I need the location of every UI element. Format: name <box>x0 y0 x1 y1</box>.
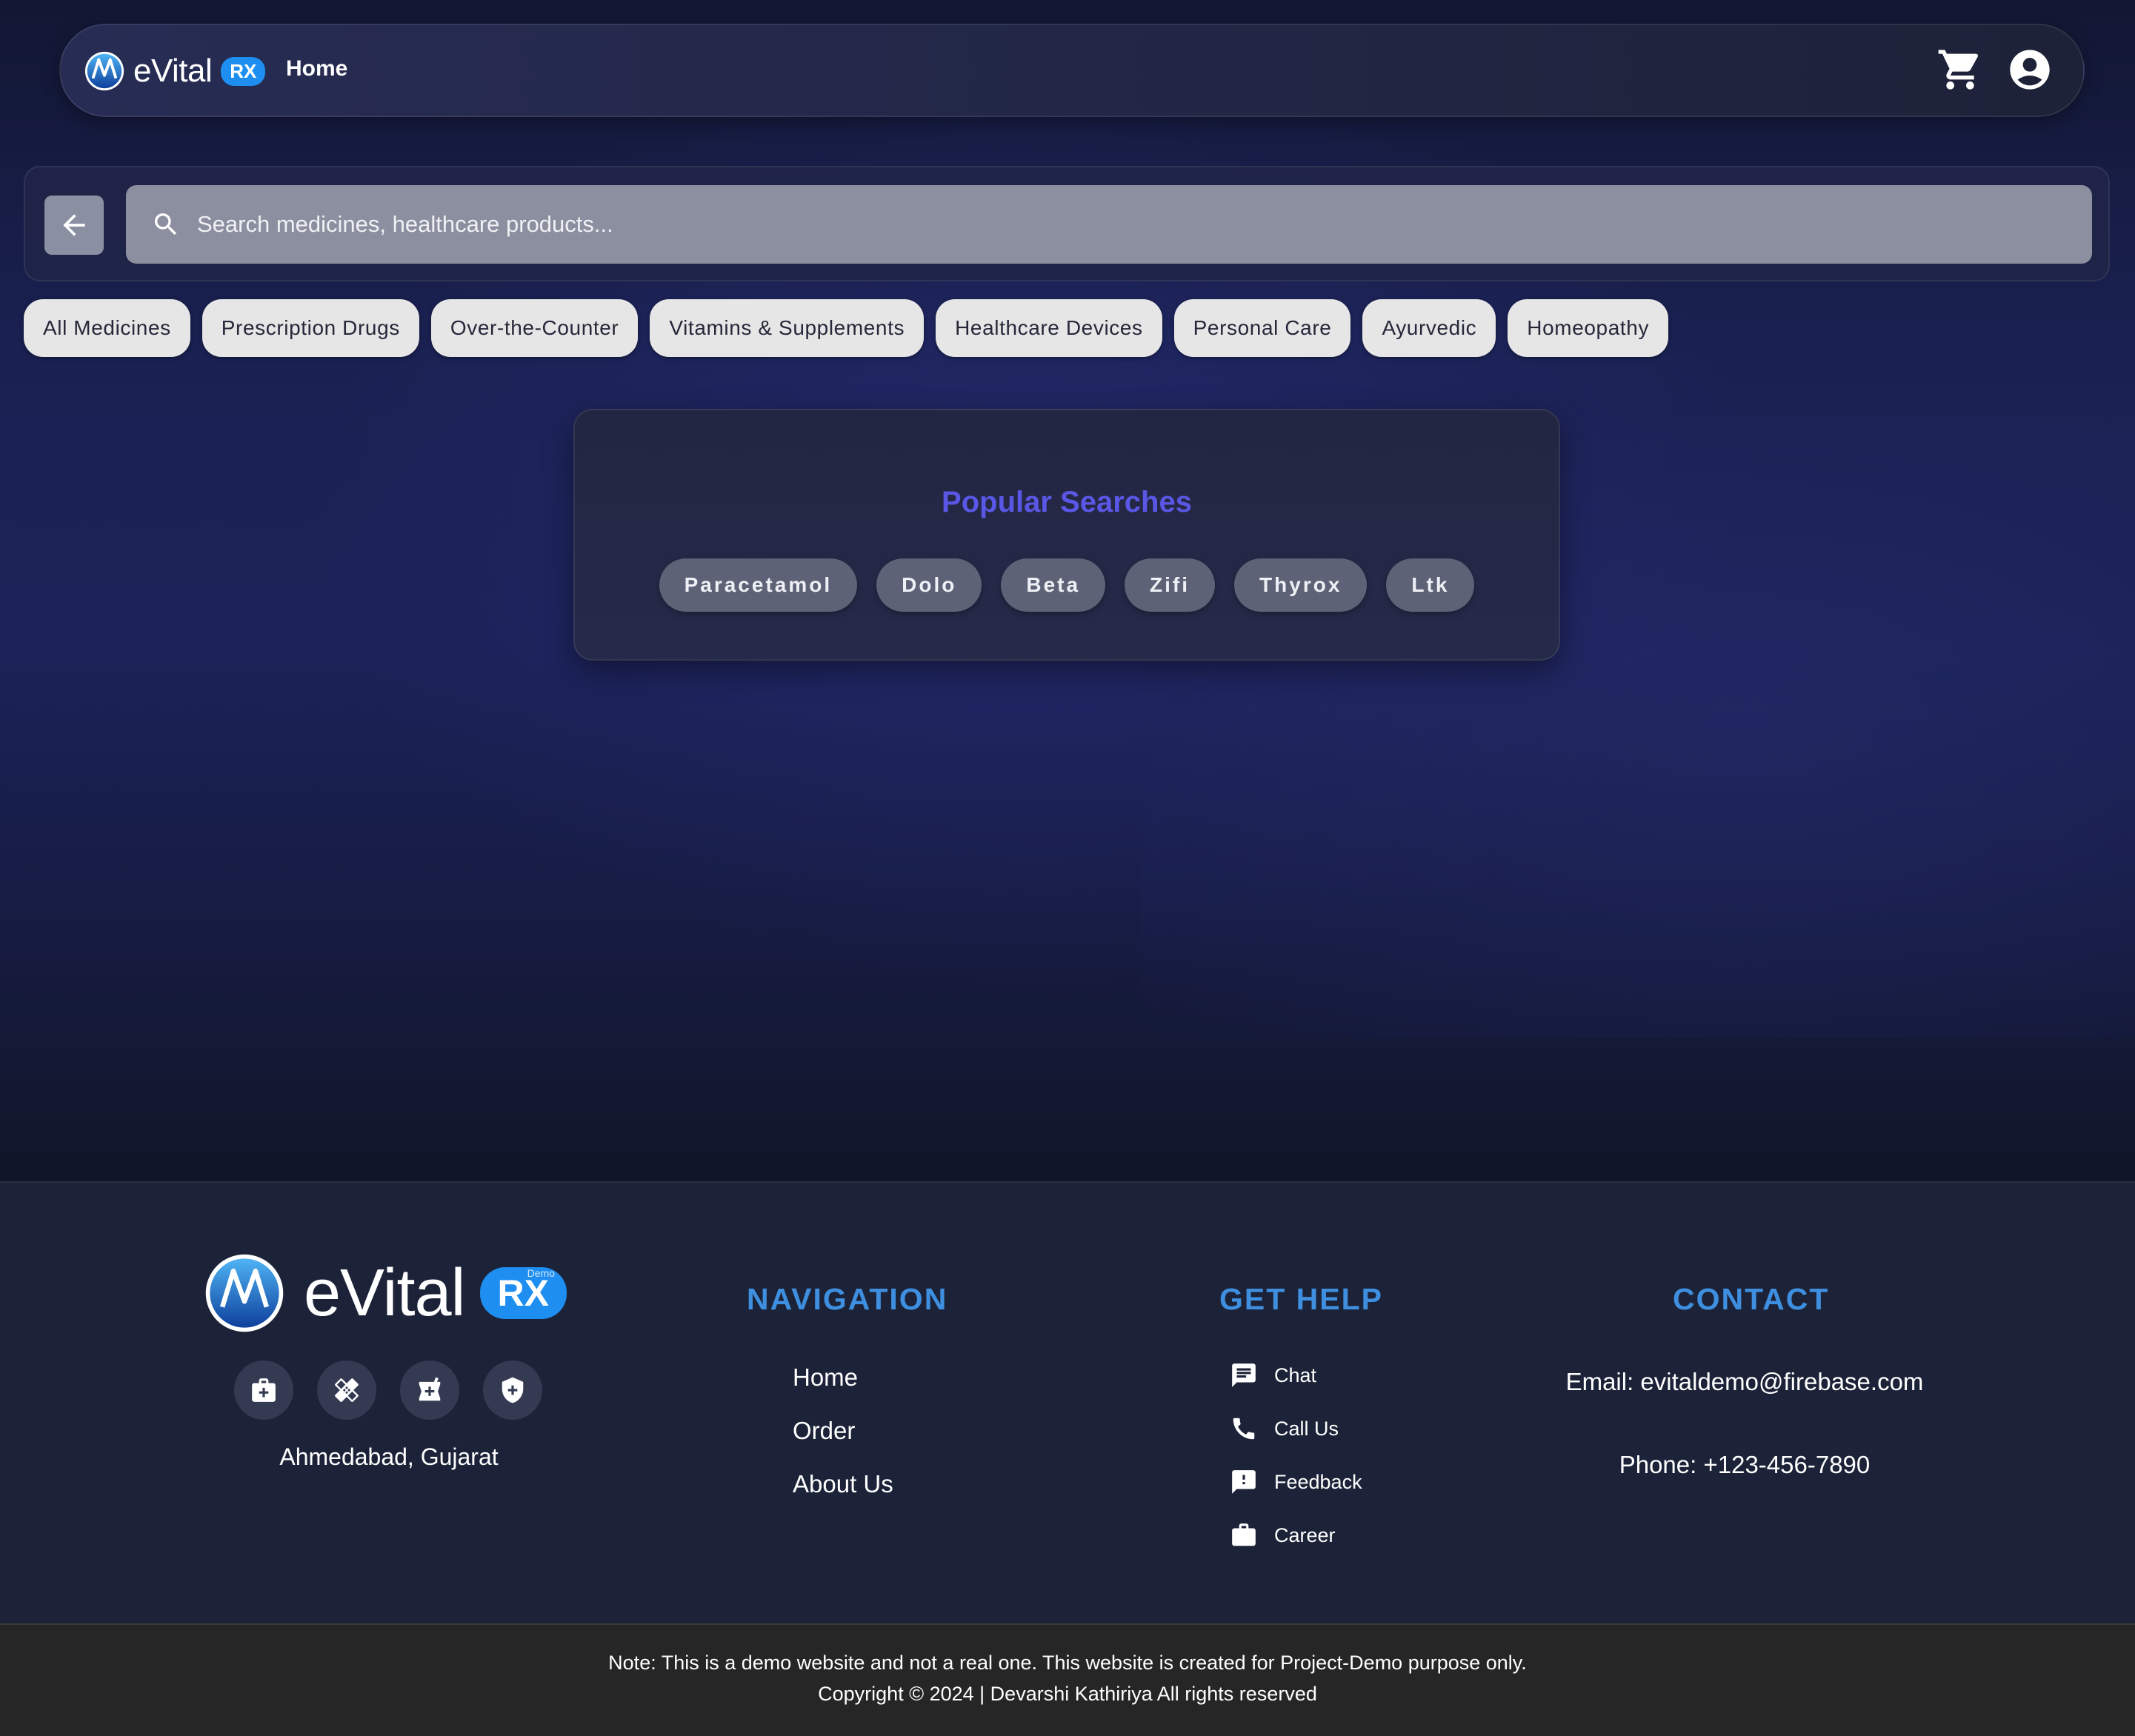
search-field[interactable] <box>126 185 2092 264</box>
chat-icon <box>1232 1363 1256 1387</box>
chip-healthcare-devices[interactable]: Healthcare Devices <box>936 299 1162 357</box>
popular-item-zifi[interactable]: Zifi <box>1125 558 1216 612</box>
footer-link-home[interactable]: Home <box>793 1363 893 1391</box>
popular-searches-list: Paracetamol Dolo Beta Zifi Thyrox Ltk <box>575 558 1559 612</box>
footer-contact-info: Email: evitaldemo@firebase.com Phone: +1… <box>1511 1368 1978 1479</box>
popular-item-thyrox[interactable]: Thyrox <box>1234 558 1368 612</box>
top-navbar: eVital RX Home <box>59 24 2085 117</box>
popular-item-beta[interactable]: Beta <box>1001 558 1106 612</box>
pharmacy-icon[interactable] <box>400 1361 459 1420</box>
footer-contact-heading: CONTACT <box>1673 1282 1830 1316</box>
brand-rx-badge: RX <box>221 56 266 86</box>
arrow-left-icon <box>63 214 85 236</box>
chip-homeopathy[interactable]: Homeopathy <box>1508 299 1669 357</box>
chip-ayurvedic[interactable]: Ayurvedic <box>1362 299 1496 357</box>
phone-icon <box>1233 1418 1255 1440</box>
help-item-chat-label: Chat <box>1274 1363 1317 1386</box>
chip-all-medicines[interactable]: All Medicines <box>24 299 190 357</box>
footer: eVital RX Demo Ahmedabad, Gujarat NAVIGA… <box>0 1181 2135 1623</box>
back-button[interactable] <box>44 196 104 255</box>
help-item-career[interactable]: Career <box>1230 1522 1362 1549</box>
demo-note: Note: This is a demo website and not a r… <box>608 1652 1527 1674</box>
popular-item-dolo[interactable]: Dolo <box>876 558 982 612</box>
chip-over-the-counter[interactable]: Over-the-Counter <box>430 299 639 357</box>
search-input[interactable] <box>197 185 2064 264</box>
cart-icon[interactable] <box>1936 46 1984 93</box>
account-icon[interactable] <box>2006 46 2054 93</box>
category-chips: All Medicines Prescription Drugs Over-th… <box>24 299 1669 357</box>
help-item-chat[interactable]: Chat <box>1230 1362 1362 1389</box>
chip-prescription-drugs[interactable]: Prescription Drugs <box>201 299 419 357</box>
footer-brand-rx-badge: RX Demo <box>479 1267 567 1319</box>
brand-logo[interactable]: eVital RX <box>83 47 266 95</box>
briefcase-icon <box>1232 1523 1256 1546</box>
footer-help-heading: GET HELP <box>1219 1282 1384 1316</box>
help-item-feedback[interactable]: Feedback <box>1230 1469 1362 1495</box>
popular-item-ltk[interactable]: Ltk <box>1386 558 1475 612</box>
footer-link-about-us[interactable]: About Us <box>793 1470 893 1498</box>
copyright-bar: Note: This is a demo website and not a r… <box>0 1623 2135 1736</box>
footer-navigation-links: Home Order About Us <box>793 1363 893 1523</box>
search-icon <box>155 213 177 236</box>
footer-help-links: Chat Call Us Feedback Career <box>1230 1362 1362 1575</box>
search-bar-container <box>24 166 2110 281</box>
chip-personal-care[interactable]: Personal Care <box>1173 299 1351 357</box>
contact-phone[interactable]: Phone: +123-456-7890 <box>1511 1451 1978 1479</box>
footer-location: Ahmedabad, Gujarat <box>279 1443 499 1470</box>
footer-demo-label: Demo <box>527 1267 555 1279</box>
footer-navigation-heading: NAVIGATION <box>747 1282 948 1316</box>
help-item-feedback-label: Feedback <box>1274 1470 1362 1493</box>
footer-brand-logo: eVital RX Demo <box>203 1251 567 1335</box>
copyright-text: Copyright © 2024 | Devarshi Kathiriya Al… <box>818 1683 1317 1705</box>
chip-vitamins-supplements[interactable]: Vitamins & Supplements <box>650 299 925 357</box>
help-item-call-us-label: Call Us <box>1274 1417 1339 1440</box>
popular-searches-title: Popular Searches <box>942 486 1192 518</box>
social-icons <box>234 1361 542 1420</box>
bandage-icon[interactable] <box>317 1361 376 1420</box>
help-item-career-label: Career <box>1274 1523 1336 1546</box>
evital-logo-mark-icon <box>205 1254 284 1332</box>
evital-logo-mark-icon <box>84 51 124 91</box>
health-shield-icon[interactable] <box>483 1361 542 1420</box>
popular-searches-panel: Popular Searches Paracetamol Dolo Beta Z… <box>573 409 1560 661</box>
help-item-call-us[interactable]: Call Us <box>1230 1415 1362 1442</box>
popular-item-paracetamol[interactable]: Paracetamol <box>659 558 858 612</box>
brand-word: eVital <box>133 53 213 89</box>
footer-brand-word: eVital <box>304 1255 466 1330</box>
feedback-icon <box>1232 1470 1256 1494</box>
nav-home-link[interactable]: Home <box>286 56 347 81</box>
medical-kit-icon[interactable] <box>234 1361 293 1420</box>
contact-email[interactable]: Email: evitaldemo@firebase.com <box>1511 1368 1978 1396</box>
footer-link-order[interactable]: Order <box>793 1417 893 1444</box>
